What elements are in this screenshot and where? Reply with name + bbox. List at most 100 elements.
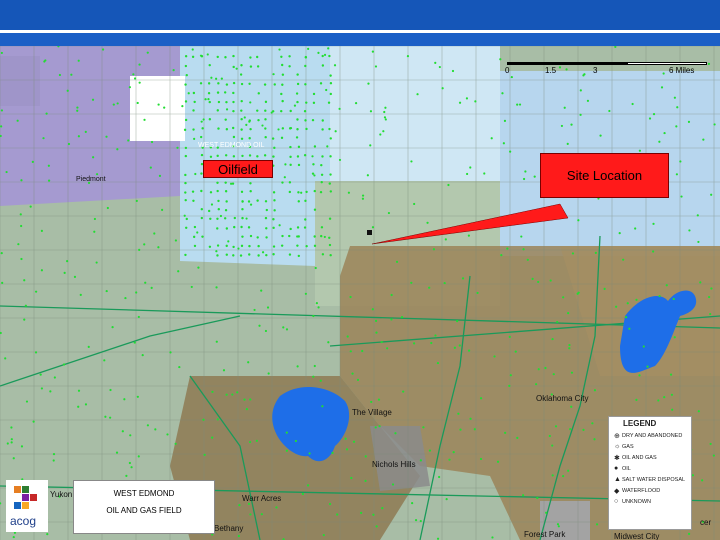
well-dot xyxy=(634,227,637,230)
well-dot xyxy=(414,518,418,522)
well-dot xyxy=(522,177,526,181)
well-dot xyxy=(207,92,211,95)
well-dot xyxy=(675,125,678,128)
well-dot xyxy=(658,294,661,298)
well-dot xyxy=(416,93,419,96)
well-dot xyxy=(671,408,674,411)
well-dot xyxy=(79,293,82,296)
well-dot xyxy=(93,230,96,233)
well-dot xyxy=(320,180,323,184)
well-dot xyxy=(285,431,288,434)
well-dot xyxy=(192,91,196,95)
well-dot xyxy=(499,58,502,61)
well-dot xyxy=(109,388,112,392)
well-dot xyxy=(545,511,548,514)
well-dot xyxy=(224,118,227,121)
well-dot xyxy=(367,82,370,85)
well-dot xyxy=(185,226,188,230)
well-dot xyxy=(105,289,108,293)
well-dot xyxy=(207,98,210,101)
well-dot xyxy=(184,118,188,122)
well-dot xyxy=(256,199,259,202)
well-dot xyxy=(451,69,455,73)
well-dot xyxy=(281,83,284,86)
well-dot xyxy=(225,393,228,396)
well-dot xyxy=(710,287,713,290)
well-dot xyxy=(215,250,218,253)
well-dot xyxy=(143,243,146,246)
well-dot xyxy=(381,507,384,510)
well-dot xyxy=(240,118,243,121)
well-dot xyxy=(184,198,187,202)
site-marker xyxy=(367,230,372,235)
well-dot xyxy=(551,337,554,341)
well-dot xyxy=(551,444,554,447)
well-dot xyxy=(104,415,107,418)
well-dot xyxy=(709,442,712,446)
well-dot xyxy=(255,55,259,59)
well-dot xyxy=(264,109,267,112)
well-dot xyxy=(579,89,582,92)
label-yukon: Yukon xyxy=(50,490,73,499)
well-dot xyxy=(327,101,331,104)
well-dot xyxy=(626,302,629,305)
well-dot xyxy=(434,334,437,337)
well-dot xyxy=(225,108,229,111)
well-dot xyxy=(320,234,323,238)
well-dot xyxy=(328,243,332,247)
well-dot xyxy=(549,279,552,282)
well-dot xyxy=(304,199,307,203)
well-dot xyxy=(141,354,144,357)
well-dot xyxy=(199,135,203,139)
well-dot xyxy=(166,433,169,436)
well-dot xyxy=(44,59,47,62)
well-dot xyxy=(200,153,204,157)
well-dot xyxy=(216,244,220,247)
well-dot xyxy=(208,245,212,248)
well-dot xyxy=(225,128,229,131)
well-dot xyxy=(304,83,307,86)
well-dot xyxy=(0,251,3,255)
well-dot xyxy=(227,240,230,243)
well-dot xyxy=(635,298,638,301)
well-dot xyxy=(307,47,310,50)
well-dot xyxy=(20,224,23,228)
well-dot xyxy=(321,128,324,131)
well-dot xyxy=(192,199,195,202)
label-midwest-city: Midwest City xyxy=(614,532,660,540)
well-dot xyxy=(323,53,327,56)
well-dot xyxy=(321,405,324,408)
well-dot xyxy=(571,252,575,255)
well-dot xyxy=(288,55,291,58)
well-dot xyxy=(504,431,507,434)
well-dot xyxy=(184,253,187,257)
well-dot xyxy=(224,209,228,212)
well-dot xyxy=(47,164,50,167)
well-dot xyxy=(40,269,43,272)
well-dot xyxy=(272,73,275,76)
well-dot xyxy=(204,98,207,101)
well-dot xyxy=(360,511,363,514)
well-dot xyxy=(240,137,244,140)
well-dot xyxy=(377,398,381,401)
well-dot xyxy=(453,346,456,349)
well-dot xyxy=(265,253,268,257)
well-dot xyxy=(586,99,590,102)
well-dot xyxy=(245,123,248,126)
legend-label: SALT WATER DISPOSAL xyxy=(622,476,686,483)
well-dot xyxy=(70,73,73,76)
well-dot xyxy=(216,55,219,59)
well-dot xyxy=(319,379,322,382)
well-dot xyxy=(29,205,32,208)
well-dot xyxy=(16,119,19,122)
well-dot xyxy=(294,439,298,443)
well-dot xyxy=(657,399,660,402)
well-dot xyxy=(321,64,325,67)
unknown-icon: ○ xyxy=(614,498,619,505)
well-dot xyxy=(256,236,259,239)
well-dot xyxy=(190,285,193,289)
well-dot xyxy=(390,318,393,321)
well-dot xyxy=(321,155,324,158)
well-dot xyxy=(225,200,228,203)
well-dot xyxy=(207,82,211,85)
